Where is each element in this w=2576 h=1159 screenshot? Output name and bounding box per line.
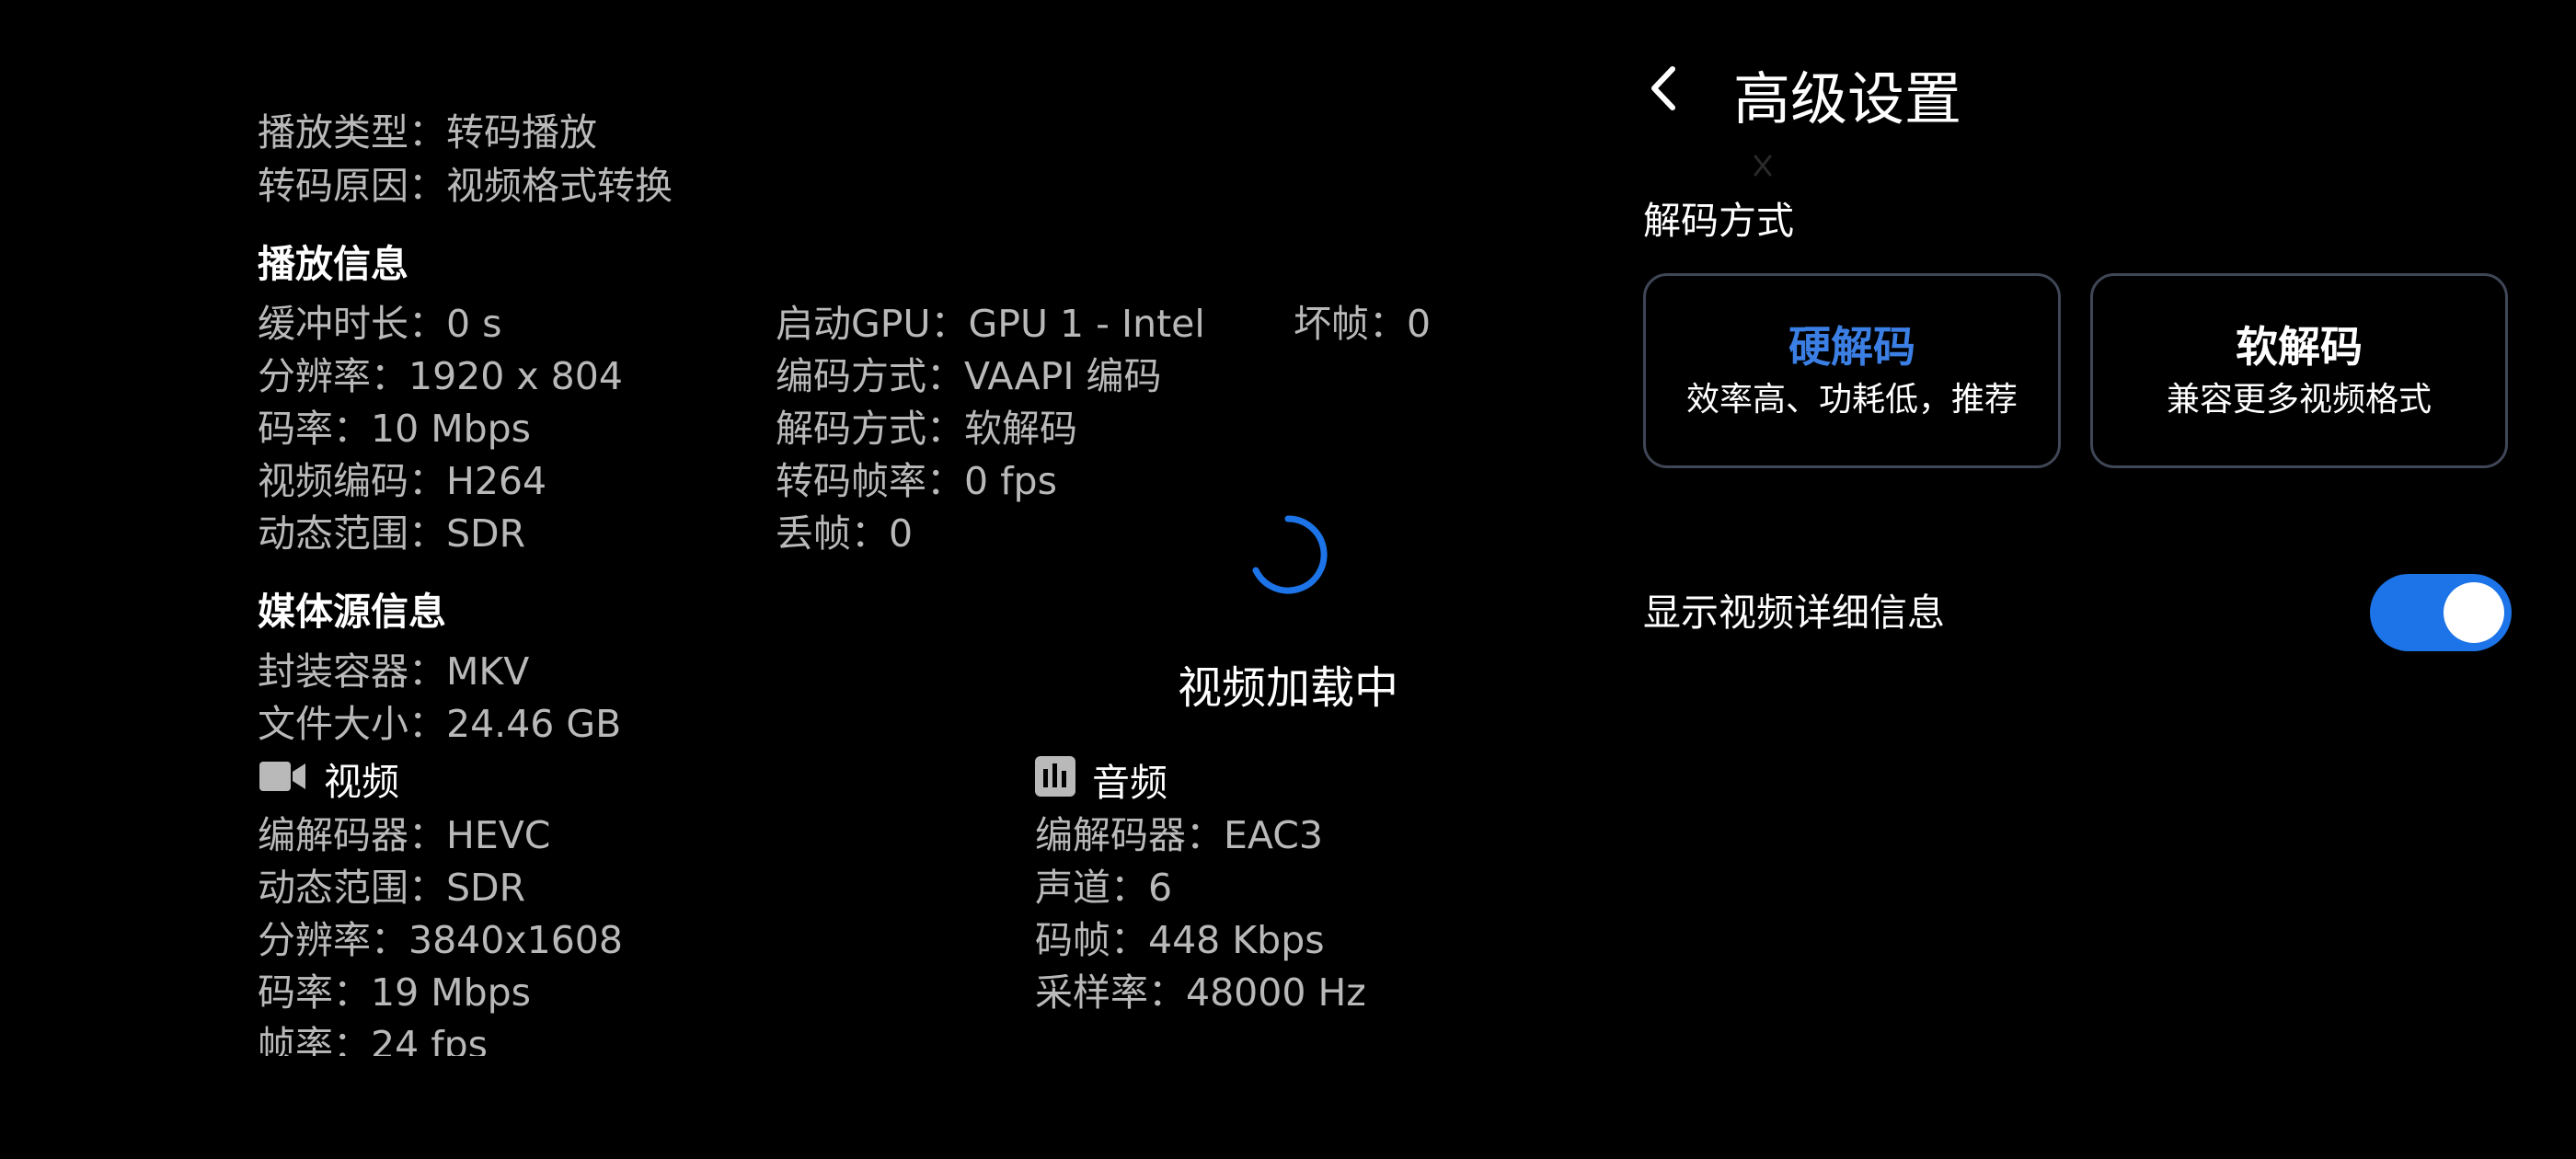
hardware-decode-desc: 效率高、功耗低，推荐 (1685, 381, 2018, 419)
audio-bars-icon (1035, 756, 1075, 809)
source-framerate: 帧率：24 fps (258, 1023, 489, 1056)
source-bitrate: 码率：19 Mbps (258, 970, 531, 1015)
audio-section-label: 音频 (1092, 761, 1167, 805)
decode-method: 解码方式：软解码 (776, 407, 1077, 451)
audio-bitrate: 码帧：448 Kbps (1035, 918, 1325, 962)
file-size: 文件大小：24.46 GB (258, 702, 622, 746)
chevron-left-icon (1647, 63, 1680, 117)
audio-section-title: 音频 (1035, 756, 1167, 809)
output-dynamic-range: 动态范围：SDR (258, 511, 526, 556)
bad-frames: 坏帧：0 (1294, 302, 1432, 346)
output-bitrate: 码率：10 Mbps (258, 407, 531, 451)
software-decode-option[interactable]: 软解码 兼容更多视频格式 (2090, 273, 2508, 468)
back-button[interactable] (1636, 63, 1691, 118)
output-video-codec: 视频编码：H264 (258, 459, 547, 503)
audio-sample-rate: 采样率：48000 Hz (1035, 970, 1366, 1015)
playback-type: 播放类型：转码播放 (258, 110, 597, 155)
panel-title: 高级设置 (1733, 65, 1962, 132)
dropped-frames: 丢帧：0 (776, 511, 914, 556)
advanced-settings-panel: 高级设置 解码方式 硬解码 效率高、功耗低，推荐 软解码 兼容更多视频格式 显示… (1619, 0, 2576, 1159)
source-dynamic-range: 动态范围：SDR (258, 866, 526, 910)
hardware-decode-option[interactable]: 硬解码 效率高、功耗低，推荐 (1643, 273, 2061, 468)
show-details-label: 显示视频详细信息 (1643, 591, 1945, 635)
video-camera-icon (258, 756, 307, 808)
loading-spinner-icon (1247, 513, 1329, 596)
decode-method-label: 解码方式 (1643, 199, 1794, 243)
media-source-title: 媒体源信息 (258, 590, 446, 634)
transcode-reason: 转码原因：视频格式转换 (258, 164, 673, 208)
software-decode-title: 软解码 (2236, 322, 2363, 372)
play-info-title: 播放信息 (258, 242, 408, 286)
source-framerate-clip: 帧率：24 fps (258, 1019, 488, 1056)
source-video-codec: 编解码器：HEVC (258, 813, 551, 857)
output-resolution: 分辨率：1920 x 804 (258, 354, 623, 398)
audio-codec: 编解码器：EAC3 (1035, 813, 1323, 857)
hardware-decode-title: 硬解码 (1788, 322, 1915, 372)
close-icon (1735, 147, 1790, 184)
audio-channels: 声道：6 (1035, 866, 1173, 910)
gpu-info: 启动GPU：GPU 1 - Intel (776, 302, 1205, 346)
loading-text: 视频加载中 (1177, 662, 1398, 714)
software-decode-desc: 兼容更多视频格式 (2166, 381, 2432, 419)
encode-method: 编码方式：VAAPI 编码 (776, 354, 1162, 398)
buffer-duration: 缓冲时长：0 s (258, 302, 502, 346)
container-format: 封装容器：MKV (258, 649, 530, 694)
video-info-overlay: 播放类型：转码播放 转码原因：视频格式转换 播放信息 缓冲时长：0 s 分辨率：… (0, 0, 1564, 1058)
video-section-label: 视频 (324, 760, 399, 804)
toggle-knob (2444, 582, 2504, 643)
show-details-toggle[interactable] (2370, 574, 2512, 651)
transcode-fps: 转码帧率：0 fps (776, 459, 1057, 503)
source-resolution: 分辨率：3840x1608 (258, 918, 623, 962)
video-section-title: 视频 (258, 756, 399, 808)
